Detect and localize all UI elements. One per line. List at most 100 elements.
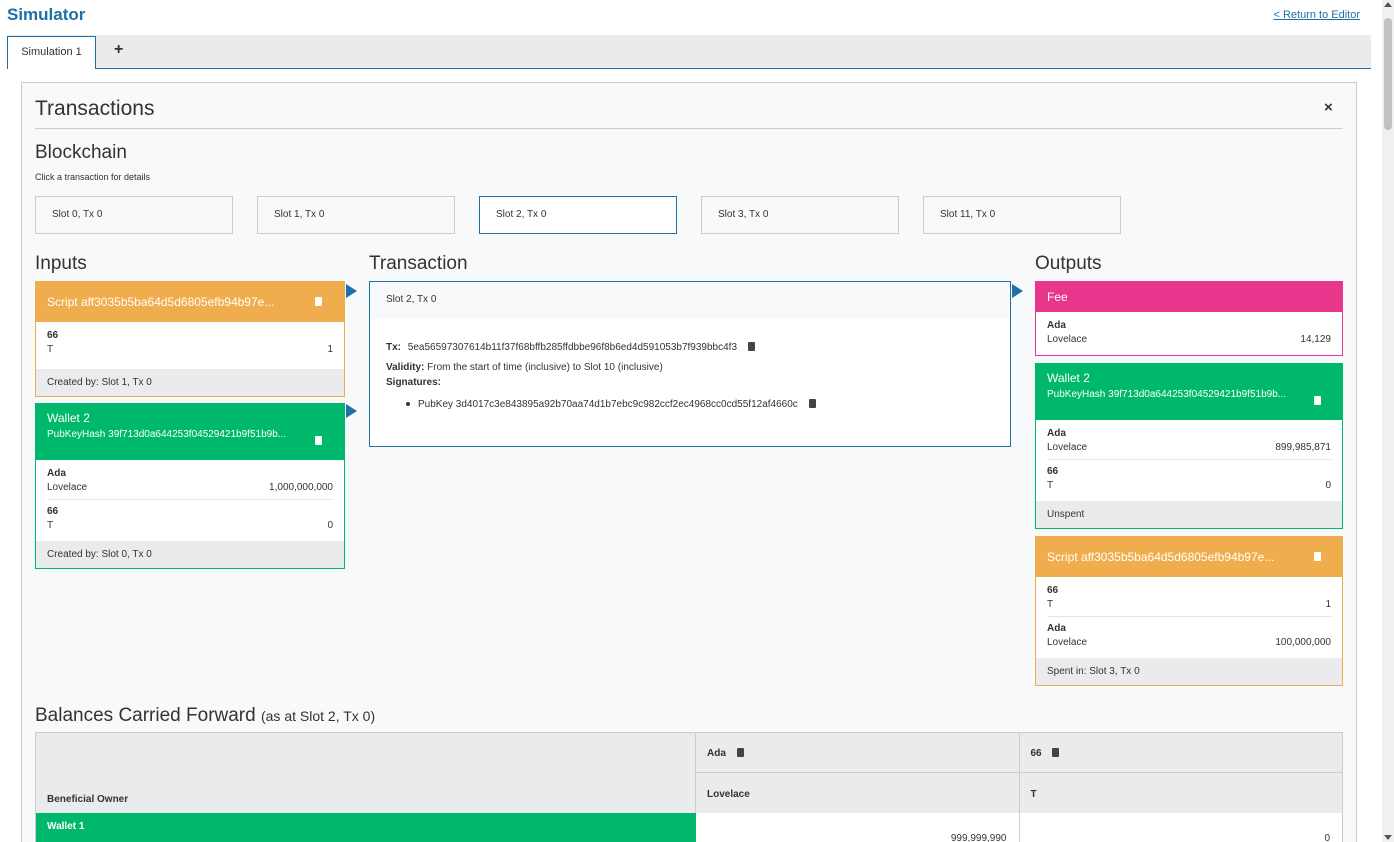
card-header: Script aff3035b5ba64d5d6805efb94b97e... <box>36 282 344 322</box>
asset-token: T <box>1047 599 1054 610</box>
card-header-title: Fee <box>1047 290 1068 304</box>
balance-cell: 0 <box>1019 813 1342 842</box>
signatures-line: Signatures: <box>386 377 441 388</box>
clipboard-icon[interactable] <box>736 748 744 757</box>
column-symbol-label: 66 <box>1030 748 1042 759</box>
tab-simulation-1[interactable]: Simulation 1 <box>7 36 96 69</box>
asset-row: Lovelace 899,985,871 <box>1047 442 1331 453</box>
asset-row: Lovelace 1,000,000,000 <box>47 482 333 493</box>
tx-hash: 5ea56597307614b11f37f68bffb285ffdbbe96f8… <box>407 342 738 353</box>
balance-cell: 999,999,990 <box>696 813 1020 842</box>
card-footer: Spent in: Slot 3, Tx 0 <box>1036 658 1342 685</box>
asset-item: Ada Lovelace 1,000,000,000 <box>47 468 333 499</box>
asset-item: 66 T 0 <box>47 499 333 537</box>
balances-subtitle: (as at Slot 2, Tx 0) <box>260 708 376 724</box>
output-card-fee[interactable]: Fee Ada Lovelace 14,129 <box>1035 281 1343 356</box>
column-symbol-label: Ada <box>707 748 726 759</box>
asset-item: 66 T 1 <box>1047 585 1331 616</box>
balances-table: Beneficial Owner Ada Lovelace 66 T Walle… <box>35 732 1343 842</box>
transaction-card: Slot 2, Tx 0 Tx: 5ea56597307614b11f37f68… <box>369 281 1011 447</box>
validity-line: Validity: From the start of time (inclus… <box>386 362 663 373</box>
card-header-title: Script aff3035b5ba64d5d6805efb94b97e... <box>1047 550 1275 564</box>
return-to-editor-link[interactable]: < Return to Editor <box>1273 9 1360 21</box>
card-header-title: Wallet 2 <box>1047 371 1090 385</box>
asset-amount: 899,985,871 <box>1275 442 1331 453</box>
card-header-subtitle: PubKeyHash 39f713d0a644253f04529421b9f51… <box>1047 389 1287 400</box>
clipboard-icon[interactable] <box>1314 396 1321 405</box>
arrow-right-icon <box>1012 284 1023 298</box>
asset-item: 66 T 1 <box>47 330 333 361</box>
asset-name: 66 <box>47 506 59 517</box>
output-card-script[interactable]: Script aff3035b5ba64d5d6805efb94b97e... … <box>1035 536 1343 686</box>
arrow-right-icon <box>346 404 357 418</box>
asset-token: Lovelace <box>47 482 88 493</box>
validity-label: Validity: <box>386 362 425 373</box>
output-card-wallet-2[interactable]: Wallet 2 PubKeyHash 39f713d0a644253f0452… <box>1035 363 1343 529</box>
column-token: Lovelace <box>707 789 750 800</box>
asset-row: T 1 <box>1047 599 1331 610</box>
asset-amount: 0 <box>327 520 333 531</box>
divider <box>35 128 1343 129</box>
asset-token: Lovelace <box>1047 334 1088 345</box>
close-icon[interactable]: × <box>1324 99 1333 116</box>
balances-header: Beneficial Owner Ada Lovelace 66 T <box>36 733 1342 813</box>
card-footer: Created by: Slot 1, Tx 0 <box>36 369 344 396</box>
slot-button-0[interactable]: Slot 0, Tx 0 <box>35 196 233 234</box>
asset-row: T 0 <box>47 520 333 531</box>
asset-name: 66 <box>47 330 59 341</box>
card-body: Ada Lovelace 899,985,871 66 T 0 <box>1036 420 1342 503</box>
asset-item: Ada Lovelace 100,000,000 <box>1047 616 1331 654</box>
asset-row: Lovelace 14,129 <box>1047 334 1331 345</box>
tx-label: Tx: <box>386 342 401 353</box>
input-card-script[interactable]: Script aff3035b5ba64d5d6805efb94b97e... … <box>35 281 345 397</box>
asset-name: 66 <box>1047 466 1059 477</box>
asset-token: Lovelace <box>1047 637 1088 648</box>
scroll-thumb[interactable] <box>1384 18 1392 130</box>
divider <box>1019 772 1342 773</box>
scroll-down-icon[interactable] <box>1384 835 1392 840</box>
asset-name: Ada <box>47 468 66 479</box>
asset-amount: 1,000,000,000 <box>269 482 333 493</box>
blockchain-hint: Click a transaction for details <box>35 172 151 182</box>
asset-token: T <box>47 520 54 531</box>
asset-amount: 14,129 <box>1300 334 1331 345</box>
column-symbol: 66 <box>1031 747 1060 759</box>
tab-bar: Simulation 1 + <box>7 35 1371 69</box>
slot-button-2[interactable]: Slot 2, Tx 0 <box>479 196 677 234</box>
asset-item: Ada Lovelace 899,985,871 <box>1047 428 1331 459</box>
card-footer: Unspent <box>1036 501 1342 528</box>
input-card-wallet-2[interactable]: Wallet 2 PubKeyHash 39f713d0a644253f0452… <box>35 403 345 569</box>
scrollbar[interactable] <box>1382 0 1394 842</box>
slot-button-3[interactable]: Slot 3, Tx 0 <box>701 196 899 234</box>
tx-hash-line: Tx: 5ea56597307614b11f37f68bffb285ffdbbe… <box>386 341 755 353</box>
owner-cell: Wallet 1 <box>36 813 696 842</box>
card-header: Wallet 2 PubKeyHash 39f713d0a644253f0452… <box>1036 364 1342 420</box>
card-header-title: Wallet 2 <box>47 411 90 425</box>
clipboard-icon[interactable] <box>747 342 755 351</box>
arrow-right-icon <box>346 284 357 298</box>
add-tab-button[interactable]: + <box>114 41 123 59</box>
asset-name: Ada <box>1047 320 1066 331</box>
clipboard-icon[interactable] <box>315 297 322 306</box>
card-body: Ada Lovelace 14,129 <box>1036 312 1342 357</box>
asset-amount: 1 <box>1325 599 1331 610</box>
clipboard-icon[interactable] <box>808 399 816 408</box>
asset-item: Ada Lovelace 14,129 <box>1047 320 1331 351</box>
card-header-subtitle: PubKeyHash 39f713d0a644253f04529421b9f51… <box>47 429 287 440</box>
clipboard-icon[interactable] <box>1052 748 1060 757</box>
clipboard-icon[interactable] <box>1314 552 1321 561</box>
asset-amount: 1 <box>327 344 333 355</box>
asset-row: T 0 <box>1047 480 1331 491</box>
column-token: T <box>1030 789 1037 800</box>
slot-button-1[interactable]: Slot 1, Tx 0 <box>257 196 455 234</box>
clipboard-icon[interactable] <box>315 436 322 445</box>
card-header: Wallet 2 PubKeyHash 39f713d0a644253f0452… <box>36 404 344 460</box>
inputs-title: Inputs <box>35 253 87 274</box>
column-header-66: 66 T <box>1019 733 1342 813</box>
slot-button-11[interactable]: Slot 11, Tx 0 <box>923 196 1121 234</box>
scroll-up-icon[interactable] <box>1384 2 1392 7</box>
transaction-title: Transaction <box>369 253 468 274</box>
card-body: Ada Lovelace 1,000,000,000 66 T 0 <box>36 460 344 543</box>
card-header-title: Script aff3035b5ba64d5d6805efb94b97e... <box>47 295 275 309</box>
panel-title: Transactions <box>35 97 155 120</box>
